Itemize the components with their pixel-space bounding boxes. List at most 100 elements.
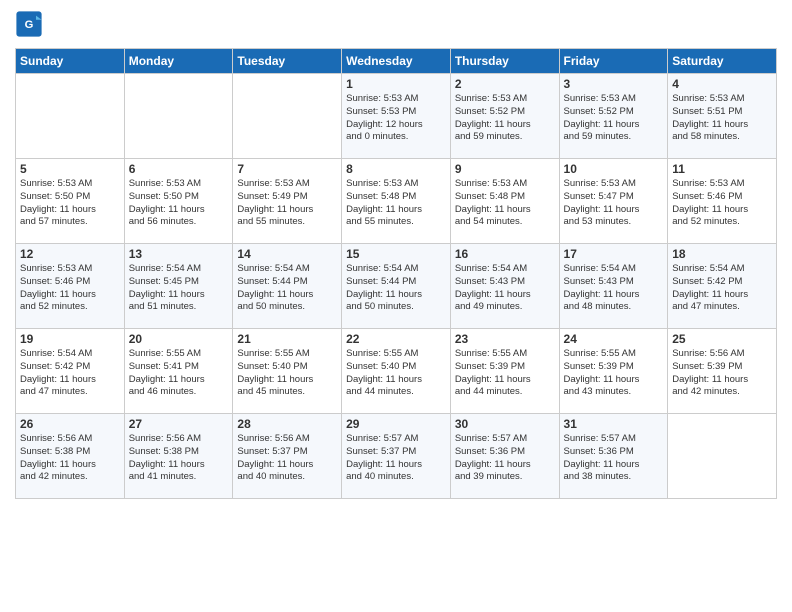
- svg-text:G: G: [25, 19, 34, 31]
- day-info: Sunrise: 5:53 AM Sunset: 5:48 PM Dayligh…: [455, 178, 555, 229]
- week-row-2: 5 Sunrise: 5:53 AM Sunset: 5:50 PM Daylig…: [16, 159, 777, 244]
- day-info: Sunrise: 5:53 AM Sunset: 5:47 PM Dayligh…: [564, 178, 664, 229]
- day-info: Sunrise: 5:57 AM Sunset: 5:36 PM Dayligh…: [455, 433, 555, 484]
- calendar-cell: 5 Sunrise: 5:53 AM Sunset: 5:50 PM Daylig…: [16, 159, 125, 244]
- day-number: 21: [237, 332, 337, 346]
- calendar-cell: 20 Sunrise: 5:55 AM Sunset: 5:41 PM Dayli…: [124, 329, 233, 414]
- page-container: G SundayMondayTuesdayWednesdayThursdayFr…: [0, 0, 792, 509]
- day-info: Sunrise: 5:54 AM Sunset: 5:45 PM Dayligh…: [129, 263, 229, 314]
- calendar-cell: 10 Sunrise: 5:53 AM Sunset: 5:47 PM Dayli…: [559, 159, 668, 244]
- day-number: 9: [455, 162, 555, 176]
- day-info: Sunrise: 5:53 AM Sunset: 5:50 PM Dayligh…: [20, 178, 120, 229]
- calendar-cell: [668, 414, 777, 499]
- day-number: 10: [564, 162, 664, 176]
- day-info: Sunrise: 5:54 AM Sunset: 5:42 PM Dayligh…: [672, 263, 772, 314]
- calendar-cell: 22 Sunrise: 5:55 AM Sunset: 5:40 PM Dayli…: [342, 329, 451, 414]
- calendar-cell: 21 Sunrise: 5:55 AM Sunset: 5:40 PM Dayli…: [233, 329, 342, 414]
- day-number: 25: [672, 332, 772, 346]
- col-header-saturday: Saturday: [668, 49, 777, 74]
- calendar-cell: 11 Sunrise: 5:53 AM Sunset: 5:46 PM Dayli…: [668, 159, 777, 244]
- week-row-1: 1 Sunrise: 5:53 AM Sunset: 5:53 PM Daylig…: [16, 74, 777, 159]
- col-header-wednesday: Wednesday: [342, 49, 451, 74]
- day-number: 24: [564, 332, 664, 346]
- calendar-cell: 27 Sunrise: 5:56 AM Sunset: 5:38 PM Dayli…: [124, 414, 233, 499]
- day-info: Sunrise: 5:54 AM Sunset: 5:42 PM Dayligh…: [20, 348, 120, 399]
- day-number: 7: [237, 162, 337, 176]
- calendar-cell: 30 Sunrise: 5:57 AM Sunset: 5:36 PM Dayli…: [450, 414, 559, 499]
- calendar-cell: 16Sunrise: 5:54 AM Sunset: 5:43 PM Dayli…: [450, 244, 559, 329]
- day-number: 22: [346, 332, 446, 346]
- day-number: 20: [129, 332, 229, 346]
- week-row-3: 12 Sunrise: 5:53 AM Sunset: 5:46 PM Dayli…: [16, 244, 777, 329]
- day-info: Sunrise: 5:56 AM Sunset: 5:37 PM Dayligh…: [237, 433, 337, 484]
- calendar-cell: 8Sunrise: 5:53 AM Sunset: 5:48 PM Daylig…: [342, 159, 451, 244]
- calendar-cell: 14 Sunrise: 5:54 AM Sunset: 5:44 PM Dayli…: [233, 244, 342, 329]
- logo: G: [15, 10, 47, 38]
- day-info: Sunrise: 5:54 AM Sunset: 5:44 PM Dayligh…: [346, 263, 446, 314]
- day-number: 11: [672, 162, 772, 176]
- day-info: Sunrise: 5:53 AM Sunset: 5:51 PM Dayligh…: [672, 93, 772, 144]
- calendar-cell: [124, 74, 233, 159]
- day-number: 15: [346, 247, 446, 261]
- day-info: Sunrise: 5:55 AM Sunset: 5:41 PM Dayligh…: [129, 348, 229, 399]
- day-number: 26: [20, 417, 120, 431]
- day-info: Sunrise: 5:53 AM Sunset: 5:50 PM Dayligh…: [129, 178, 229, 229]
- col-header-monday: Monday: [124, 49, 233, 74]
- day-number: 23: [455, 332, 555, 346]
- day-number: 30: [455, 417, 555, 431]
- day-number: 29: [346, 417, 446, 431]
- header-row: SundayMondayTuesdayWednesdayThursdayFrid…: [16, 49, 777, 74]
- calendar-cell: 7Sunrise: 5:53 AM Sunset: 5:49 PM Daylig…: [233, 159, 342, 244]
- calendar-cell: [233, 74, 342, 159]
- day-info: Sunrise: 5:56 AM Sunset: 5:38 PM Dayligh…: [129, 433, 229, 484]
- day-number: 1: [346, 77, 446, 91]
- calendar-cell: 29 Sunrise: 5:57 AM Sunset: 5:37 PM Dayli…: [342, 414, 451, 499]
- day-info: Sunrise: 5:56 AM Sunset: 5:39 PM Dayligh…: [672, 348, 772, 399]
- day-number: 14: [237, 247, 337, 261]
- calendar-cell: 18 Sunrise: 5:54 AM Sunset: 5:42 PM Dayli…: [668, 244, 777, 329]
- week-row-5: 26 Sunrise: 5:56 AM Sunset: 5:38 PM Dayli…: [16, 414, 777, 499]
- calendar-cell: 6 Sunrise: 5:53 AM Sunset: 5:50 PM Daylig…: [124, 159, 233, 244]
- week-row-4: 19 Sunrise: 5:54 AM Sunset: 5:42 PM Dayli…: [16, 329, 777, 414]
- day-info: Sunrise: 5:54 AM Sunset: 5:43 PM Dayligh…: [564, 263, 664, 314]
- day-info: Sunrise: 5:55 AM Sunset: 5:40 PM Dayligh…: [346, 348, 446, 399]
- day-number: 12: [20, 247, 120, 261]
- day-info: Sunrise: 5:56 AM Sunset: 5:38 PM Dayligh…: [20, 433, 120, 484]
- day-number: 5: [20, 162, 120, 176]
- calendar-cell: 9 Sunrise: 5:53 AM Sunset: 5:48 PM Daylig…: [450, 159, 559, 244]
- day-info: Sunrise: 5:57 AM Sunset: 5:37 PM Dayligh…: [346, 433, 446, 484]
- day-number: 17: [564, 247, 664, 261]
- day-info: Sunrise: 5:53 AM Sunset: 5:46 PM Dayligh…: [672, 178, 772, 229]
- day-info: Sunrise: 5:53 AM Sunset: 5:52 PM Dayligh…: [564, 93, 664, 144]
- calendar-cell: 17 Sunrise: 5:54 AM Sunset: 5:43 PM Dayli…: [559, 244, 668, 329]
- day-number: 18: [672, 247, 772, 261]
- calendar-cell: 12 Sunrise: 5:53 AM Sunset: 5:46 PM Dayli…: [16, 244, 125, 329]
- day-number: 27: [129, 417, 229, 431]
- day-info: Sunrise: 5:53 AM Sunset: 5:46 PM Dayligh…: [20, 263, 120, 314]
- day-info: Sunrise: 5:55 AM Sunset: 5:40 PM Dayligh…: [237, 348, 337, 399]
- day-number: 6: [129, 162, 229, 176]
- day-info: Sunrise: 5:53 AM Sunset: 5:53 PM Dayligh…: [346, 93, 446, 144]
- col-header-friday: Friday: [559, 49, 668, 74]
- day-info: Sunrise: 5:55 AM Sunset: 5:39 PM Dayligh…: [455, 348, 555, 399]
- calendar-cell: 4 Sunrise: 5:53 AM Sunset: 5:51 PM Daylig…: [668, 74, 777, 159]
- calendar-cell: 13 Sunrise: 5:54 AM Sunset: 5:45 PM Dayli…: [124, 244, 233, 329]
- header: G: [15, 10, 777, 38]
- calendar-cell: 19 Sunrise: 5:54 AM Sunset: 5:42 PM Dayli…: [16, 329, 125, 414]
- day-number: 28: [237, 417, 337, 431]
- day-number: 4: [672, 77, 772, 91]
- col-header-thursday: Thursday: [450, 49, 559, 74]
- day-number: 2: [455, 77, 555, 91]
- day-info: Sunrise: 5:54 AM Sunset: 5:44 PM Dayligh…: [237, 263, 337, 314]
- day-number: 16: [455, 247, 555, 261]
- calendar-table: SundayMondayTuesdayWednesdayThursdayFrid…: [15, 48, 777, 499]
- day-number: 13: [129, 247, 229, 261]
- calendar-cell: 3 Sunrise: 5:53 AM Sunset: 5:52 PM Daylig…: [559, 74, 668, 159]
- calendar-cell: 24Sunrise: 5:55 AM Sunset: 5:39 PM Dayli…: [559, 329, 668, 414]
- calendar-cell: 15 Sunrise: 5:54 AM Sunset: 5:44 PM Dayli…: [342, 244, 451, 329]
- col-header-sunday: Sunday: [16, 49, 125, 74]
- day-number: 3: [564, 77, 664, 91]
- day-info: Sunrise: 5:57 AM Sunset: 5:36 PM Dayligh…: [564, 433, 664, 484]
- day-number: 19: [20, 332, 120, 346]
- calendar-cell: 28 Sunrise: 5:56 AM Sunset: 5:37 PM Dayli…: [233, 414, 342, 499]
